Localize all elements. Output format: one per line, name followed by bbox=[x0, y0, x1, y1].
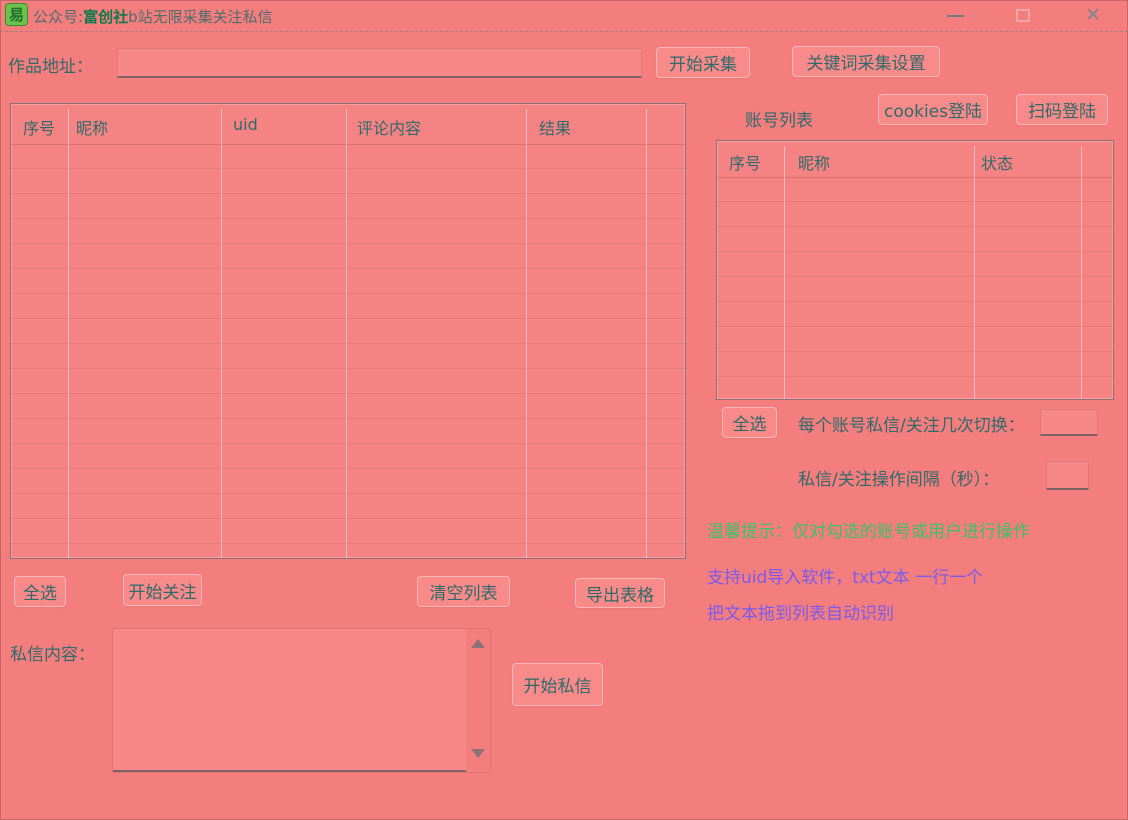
dm-content-box bbox=[112, 628, 491, 773]
account-table-body bbox=[717, 177, 1113, 399]
drag-text-tip-text: 把文本拖到列表自动识别 bbox=[707, 599, 894, 624]
cookies-login-button[interactable]: cookies登陆 bbox=[878, 94, 988, 125]
comment-select-all-button[interactable]: 全选 bbox=[14, 576, 66, 607]
start-collect-button[interactable]: 开始采集 bbox=[656, 47, 750, 78]
comment-table-header: 序号 昵称 uid 评论内容 结果 bbox=[11, 104, 685, 145]
window-title-suffix: b站无限采集关注私信 bbox=[128, 8, 273, 26]
interval-label: 私信/关注操作间隔（秒）： bbox=[798, 465, 999, 490]
clear-list-button[interactable]: 清空列表 bbox=[417, 576, 510, 607]
interval-input[interactable] bbox=[1046, 461, 1089, 490]
grid-vline bbox=[221, 109, 222, 558]
grid-vline bbox=[974, 146, 975, 399]
comment-col-uid: uid bbox=[233, 115, 258, 134]
account-table[interactable]: 序号 昵称 状态 bbox=[716, 140, 1114, 400]
dm-content-label: 私信内容： bbox=[10, 640, 95, 665]
app-icon-glyph: 易 bbox=[9, 4, 24, 25]
comment-table-body bbox=[11, 144, 685, 558]
switch-times-label: 每个账号私信/关注几次切换： bbox=[798, 411, 1025, 436]
start-follow-button[interactable]: 开始关注 bbox=[123, 574, 202, 606]
minimize-button[interactable] bbox=[938, 0, 972, 31]
scan-login-button[interactable]: 扫码登陆 bbox=[1016, 94, 1108, 125]
window-title-brand: 富创社 bbox=[83, 8, 128, 26]
scroll-down-icon[interactable] bbox=[471, 749, 485, 758]
work-url-label: 作品地址： bbox=[8, 52, 93, 77]
account-table-header: 序号 昵称 状态 bbox=[717, 141, 1113, 178]
window-title: 公众号:富创社b站无限采集关注私信 bbox=[33, 6, 273, 27]
account-col-index: 序号 bbox=[729, 150, 761, 174]
export-table-button[interactable]: 导出表格 bbox=[575, 578, 665, 608]
grid-vline bbox=[784, 146, 785, 399]
grid-vline bbox=[68, 109, 69, 558]
titlebar: 易 公众号:富创社b站无限采集关注私信 ✕ bbox=[0, 0, 1128, 32]
maximize-icon bbox=[1016, 9, 1030, 22]
account-col-nickname: 昵称 bbox=[798, 150, 830, 174]
app-icon: 易 bbox=[5, 3, 28, 26]
grid-vline bbox=[526, 109, 527, 558]
account-list-title: 账号列表 bbox=[745, 106, 813, 131]
minimize-icon bbox=[947, 15, 964, 17]
grid-vline bbox=[1081, 146, 1082, 399]
account-col-status: 状态 bbox=[981, 150, 1013, 174]
comment-col-index: 序号 bbox=[23, 115, 55, 139]
close-button[interactable]: ✕ bbox=[1076, 0, 1110, 31]
comment-col-content: 评论内容 bbox=[357, 115, 421, 139]
keyword-collect-settings-button[interactable]: 关键词采集设置 bbox=[792, 46, 940, 77]
work-url-input[interactable] bbox=[117, 48, 642, 78]
start-dm-button[interactable]: 开始私信 bbox=[512, 663, 603, 706]
dm-scrollbar[interactable] bbox=[466, 629, 490, 772]
dm-content-textarea[interactable] bbox=[113, 629, 466, 772]
switch-times-input[interactable] bbox=[1040, 409, 1098, 436]
maximize-button[interactable] bbox=[1006, 0, 1040, 31]
scroll-up-icon[interactable] bbox=[471, 639, 485, 648]
comment-table[interactable]: 序号 昵称 uid 评论内容 结果 bbox=[10, 103, 686, 559]
account-select-all-button[interactable]: 全选 bbox=[722, 407, 777, 438]
comment-col-result: 结果 bbox=[539, 115, 571, 139]
grid-vline bbox=[646, 109, 647, 558]
close-icon: ✕ bbox=[1085, 6, 1101, 25]
uid-import-tip-text: 支持uid导入软件，txt文本 一行一个 bbox=[707, 563, 983, 588]
window-title-prefix: 公众号: bbox=[33, 8, 83, 26]
comment-col-nickname: 昵称 bbox=[76, 115, 108, 139]
warm-tip-text: 温馨提示：仅对勾选的账号或用户进行操作 bbox=[707, 517, 1030, 542]
grid-vline bbox=[346, 109, 347, 558]
